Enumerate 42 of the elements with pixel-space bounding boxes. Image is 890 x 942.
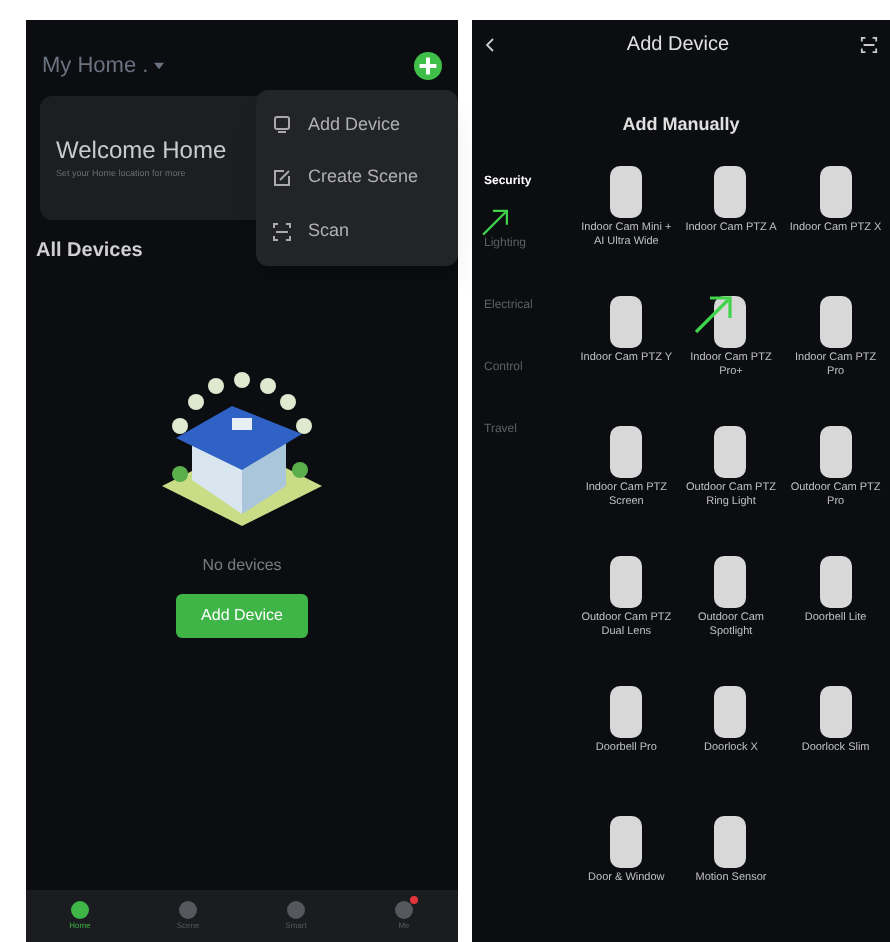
device-photo[interactable] <box>819 556 852 608</box>
tab-icon <box>70 900 90 920</box>
menu-label: Create Scene <box>308 164 419 191</box>
edit-icon <box>272 167 292 188</box>
device-photo[interactable] <box>610 296 643 348</box>
device-photo[interactable] <box>819 166 852 218</box>
device-photo[interactable] <box>819 296 852 348</box>
device-photo[interactable] <box>610 816 643 868</box>
menu-item[interactable]: Add Device <box>272 111 442 139</box>
tab-icon <box>286 900 306 920</box>
device-photo[interactable] <box>819 686 852 738</box>
device-photo[interactable] <box>610 686 643 738</box>
menu-label: Scan <box>308 217 350 244</box>
annotation-arrow <box>480 208 510 236</box>
menu-item[interactable]: Scan <box>272 217 442 245</box>
section-title: Add Manually <box>620 111 742 138</box>
device-photo[interactable] <box>714 426 747 478</box>
device-photo[interactable] <box>819 426 852 478</box>
screen-title: Add Device <box>626 32 730 61</box>
section-title: All Devices <box>36 238 145 266</box>
device-photo[interactable] <box>610 426 643 478</box>
caret-icon <box>154 62 165 70</box>
back-icon[interactable] <box>484 36 496 55</box>
device-photo[interactable] <box>610 556 643 608</box>
scan-icon <box>272 221 292 242</box>
scan-icon[interactable] <box>859 36 878 55</box>
device-photo[interactable] <box>714 166 747 218</box>
home-selector[interactable]: My Home . <box>42 49 165 83</box>
screen-icon <box>272 114 292 135</box>
tab-icon <box>178 900 198 920</box>
menu-item[interactable]: Create Scene <box>272 164 442 192</box>
empty-message: No devices <box>200 554 284 578</box>
welcome-title: Welcome Home <box>56 134 229 168</box>
add-button[interactable] <box>414 52 442 80</box>
device-photo[interactable] <box>714 686 747 738</box>
device-photo[interactable] <box>714 556 747 608</box>
device-photo[interactable] <box>610 166 643 218</box>
home-name: My Home . <box>42 51 149 82</box>
device-photo[interactable] <box>714 816 747 868</box>
tab-icon <box>394 900 414 920</box>
menu-label: Add Device <box>308 111 401 138</box>
annotation-arrow <box>694 294 732 334</box>
